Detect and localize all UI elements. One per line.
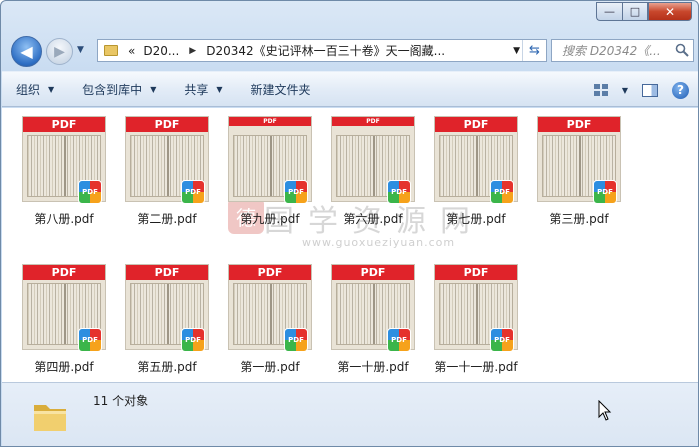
help-icon[interactable]: ? <box>672 81 689 99</box>
file-name: 第六册.pdf <box>343 212 403 226</box>
file-item[interactable]: PDF PDF 第一十册.pdf <box>323 264 423 384</box>
refresh-button[interactable]: ⇆ <box>522 40 546 61</box>
new-folder-label: 新建文件夹 <box>250 82 311 97</box>
search-input[interactable]: 搜索 D20342《... <box>551 39 694 62</box>
pdf-band-label: PDF <box>229 117 311 126</box>
preview-pane-icon[interactable] <box>642 83 658 97</box>
chevron-down-icon: ▼ <box>48 84 55 94</box>
pdf-band-label: PDF <box>538 117 620 132</box>
pdf-app-icon: PDF <box>593 180 617 204</box>
pdf-app-icon: PDF <box>78 328 102 352</box>
breadcrumb-parent[interactable]: D20... <box>139 44 183 58</box>
pdf-app-icon: PDF <box>181 180 205 204</box>
pdf-band-label: PDF <box>229 265 311 280</box>
pdf-band-label: PDF <box>23 265 105 280</box>
address-dropdown-icon[interactable]: ▼ <box>513 46 520 56</box>
pdf-app-icon: PDF <box>181 328 205 352</box>
recent-pages-dropdown[interactable]: ▼ <box>77 45 84 55</box>
view-controls: ▼ ? <box>593 72 689 108</box>
organize-menu[interactable]: 组织 ▼ <box>2 72 68 106</box>
pdf-band-label: PDF <box>332 265 414 280</box>
pdf-app-icon: PDF <box>490 180 514 204</box>
watermark-url: www.guoxueziyuan.com <box>302 236 456 249</box>
file-item[interactable]: PDF PDF 第四册.pdf <box>14 264 114 384</box>
pdf-app-icon: PDF <box>284 180 308 204</box>
pdf-band-label: PDF <box>126 265 208 280</box>
chevron-down-icon: ▼ <box>150 84 157 94</box>
organize-label: 组织 <box>16 82 41 97</box>
file-list-view[interactable]: 德 国学资源网 www.guoxueziyuan.com PDF PDF 第八册.p… <box>2 108 698 384</box>
pdf-app-icon: PDF <box>387 328 411 352</box>
breadcrumb-separator-icon[interactable]: ▶ <box>183 46 202 56</box>
close-button[interactable]: ✕ <box>648 2 692 21</box>
file-item[interactable]: PDF PDF 第三册.pdf <box>529 116 629 236</box>
share-label: 共享 <box>184 82 209 97</box>
chevron-down-icon: ▼ <box>216 84 223 94</box>
file-name: 第五册.pdf <box>137 360 197 374</box>
caption-buttons: — □ ✕ <box>596 2 692 21</box>
view-options-dropdown-icon[interactable]: ▼ <box>622 86 628 95</box>
file-item[interactable]: PDF PDF 第八册.pdf <box>14 116 114 236</box>
pdf-app-icon: PDF <box>284 328 308 352</box>
details-pane: 11 个对象 <box>2 382 698 446</box>
pdf-band-label: PDF <box>435 265 517 280</box>
search-icon[interactable] <box>675 43 689 57</box>
new-folder-button[interactable]: 新建文件夹 <box>237 72 325 106</box>
file-item[interactable]: PDF PDF 第一册.pdf <box>220 264 320 384</box>
folder-icon <box>104 45 118 56</box>
address-bar[interactable]: « D20... ▶ D20342《史记评林一百三十卷》天一阁藏... ▼ ⇆ <box>97 39 547 62</box>
file-name: 第三册.pdf <box>549 212 609 226</box>
mouse-cursor-icon <box>598 400 612 421</box>
folder-icon <box>34 405 66 431</box>
file-item[interactable]: PDF PDF 第二册.pdf <box>117 116 217 236</box>
pdf-app-icon: PDF <box>490 328 514 352</box>
file-name: 第九册.pdf <box>240 212 300 226</box>
search-placeholder: 搜索 D20342《... <box>562 44 661 58</box>
include-in-library-label: 包含到库中 <box>82 82 143 97</box>
breadcrumb-current[interactable]: D20342《史记评林一百三十卷》天一阁藏... <box>202 42 449 59</box>
maximize-button[interactable]: □ <box>622 2 648 21</box>
file-item[interactable]: PDF PDF 第六册.pdf <box>323 116 423 236</box>
command-bar: 组织 ▼ 包含到库中 ▼ 共享 ▼ 新建文件夹 ▼ ? <box>2 71 698 108</box>
pdf-band-label: PDF <box>332 117 414 126</box>
file-name: 第一十一册.pdf <box>434 360 518 374</box>
pdf-band-label: PDF <box>126 117 208 132</box>
pdf-app-icon: PDF <box>78 180 102 204</box>
share-menu[interactable]: 共享 ▼ <box>170 72 236 106</box>
file-name: 第二册.pdf <box>137 212 197 226</box>
refresh-icon: ⇆ <box>529 43 540 58</box>
file-name: 第八册.pdf <box>34 212 94 226</box>
pdf-band-label: PDF <box>23 117 105 132</box>
breadcrumb-overflow[interactable]: « <box>124 44 139 58</box>
file-item[interactable]: PDF PDF 第七册.pdf <box>426 116 526 236</box>
file-item[interactable]: PDF PDF 第五册.pdf <box>117 264 217 384</box>
back-button[interactable]: ◀ <box>11 36 42 67</box>
item-count: 11 个对象 <box>93 394 149 408</box>
minimize-button[interactable]: — <box>596 2 622 21</box>
forward-arrow-icon: ▶ <box>54 43 65 60</box>
explorer-window: — □ ✕ ◀ ▶ ▼ « D20... ▶ D20342《史记评林一百三十卷》… <box>0 0 699 447</box>
file-name: 第一册.pdf <box>240 360 300 374</box>
file-name: 第七册.pdf <box>446 212 506 226</box>
file-name: 第四册.pdf <box>34 360 94 374</box>
include-in-library-menu[interactable]: 包含到库中 ▼ <box>68 72 170 106</box>
pdf-app-icon: PDF <box>387 180 411 204</box>
forward-button[interactable]: ▶ <box>46 38 73 65</box>
back-arrow-icon: ◀ <box>20 42 33 61</box>
pdf-band-label: PDF <box>435 117 517 132</box>
change-view-icon[interactable] <box>593 84 608 96</box>
file-item[interactable]: PDF PDF 第一十一册.pdf <box>426 264 526 384</box>
file-name: 第一十册.pdf <box>337 360 409 374</box>
file-item[interactable]: PDF PDF 第九册.pdf <box>220 116 320 236</box>
